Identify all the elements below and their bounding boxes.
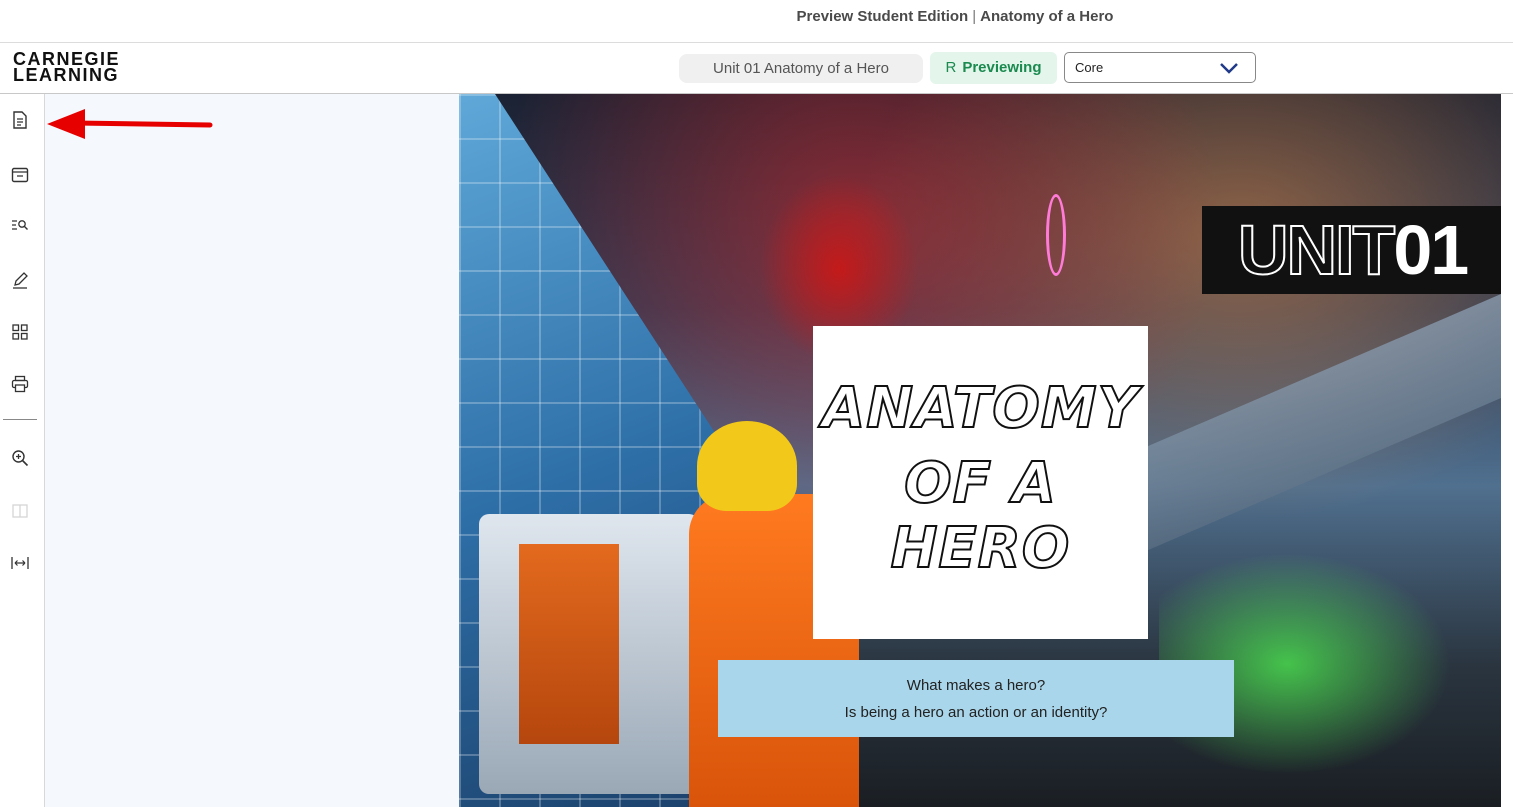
edition-select[interactable]: Core bbox=[1064, 52, 1256, 83]
app-header: CARNEGIE LEARNING Unit 01 Anatomy of a H… bbox=[0, 43, 1513, 94]
window-title: Preview Student Edition | Anatomy of a Her… bbox=[0, 8, 1513, 25]
sidebar-divider bbox=[3, 419, 37, 420]
unit-title-pill: Unit 01 Anatomy of a Hero bbox=[679, 54, 923, 83]
print-button[interactable] bbox=[10, 374, 30, 394]
grid-view-button[interactable] bbox=[10, 322, 30, 342]
edition-select-value: Core bbox=[1075, 60, 1104, 75]
carnegie-learning-logo[interactable]: CARNEGIE LEARNING bbox=[13, 50, 120, 85]
zoom-in-button[interactable] bbox=[10, 448, 30, 468]
grid-icon bbox=[12, 324, 28, 340]
unit-word: UNIT bbox=[1237, 210, 1396, 290]
portal-image bbox=[1046, 194, 1066, 276]
question-1: What makes a hero? bbox=[906, 677, 1046, 694]
annotate-button[interactable] bbox=[10, 270, 30, 290]
window-title-bar: Preview Student Edition | Anatomy of a Her… bbox=[0, 0, 1513, 43]
book-view-button[interactable] bbox=[10, 501, 30, 521]
chevron-down-icon bbox=[1220, 63, 1238, 74]
cover-title-line-3: HERO bbox=[890, 515, 1071, 582]
red-arrow-annotation bbox=[47, 109, 213, 139]
pen-icon bbox=[13, 272, 28, 289]
firefighter-helmet-image bbox=[697, 421, 797, 511]
document-button[interactable] bbox=[10, 110, 30, 130]
unit-number: 01 bbox=[1393, 211, 1469, 289]
window-icon bbox=[11, 167, 29, 183]
fit-width-icon bbox=[11, 557, 29, 569]
window-title-main: Preview Student Edition bbox=[796, 8, 969, 25]
fit-width-button[interactable] bbox=[10, 553, 30, 573]
search-list-button[interactable] bbox=[10, 215, 30, 235]
tool-sidebar bbox=[0, 94, 45, 807]
window-title-sub: Anatomy of a Hero bbox=[980, 8, 1114, 25]
window-button[interactable] bbox=[10, 165, 30, 185]
cover-title-line-2: OF A bbox=[903, 450, 1057, 517]
zoom-in-icon bbox=[12, 450, 29, 467]
logo-line-2: LEARNING bbox=[13, 65, 119, 85]
cover-title-card: ANATOMY OF A HERO bbox=[813, 326, 1148, 639]
unit-number-badge: UNIT01 bbox=[1202, 206, 1501, 294]
cover-title-line-1: ANATOMY bbox=[821, 375, 1140, 442]
search-list-icon bbox=[12, 220, 28, 230]
ambulance-interior-image bbox=[519, 544, 619, 744]
window-title-separator: | bbox=[972, 8, 977, 25]
book-icon bbox=[12, 504, 28, 518]
preview-icon: R bbox=[945, 59, 957, 76]
previewing-label: Previewing bbox=[962, 59, 1042, 76]
essential-questions-box: What makes a hero? Is being a hero an ac… bbox=[718, 660, 1234, 737]
bridge-image bbox=[1139, 294, 1501, 554]
document-icon bbox=[13, 111, 27, 129]
question-2: Is being a hero an action or an identity… bbox=[844, 704, 1108, 721]
unit-cover-page: UNIT01 ANATOMY OF A HERO What makes a he… bbox=[459, 94, 1501, 807]
print-icon bbox=[11, 375, 29, 393]
side-panel bbox=[45, 94, 459, 807]
previewing-badge: R Previewing bbox=[930, 52, 1057, 84]
